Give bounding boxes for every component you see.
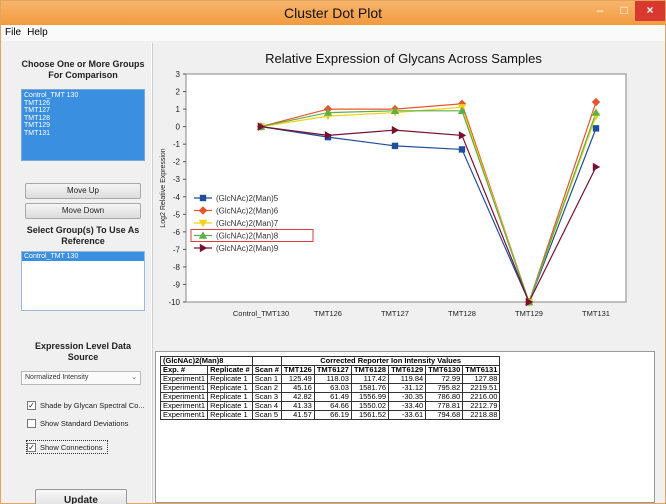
checkbox-checked-icon[interactable]: ✓ [27, 442, 36, 452]
expression-source-dropdown[interactable]: Normalized Intensity ⌄ [21, 371, 141, 385]
y-tick-label: 0 [176, 123, 181, 132]
table-cell: 1561.52 [350, 410, 390, 420]
groups-listbox[interactable]: Control_TMT 130 TMT126 TMT127 TMT128 TMT… [21, 89, 145, 161]
y-axis-label: Log2 Relative Expression [160, 148, 167, 227]
checkbox-label: Show Connections [40, 442, 103, 452]
group-item[interactable]: TMT131 [22, 130, 144, 138]
table-row[interactable]: Experiment1 Replicate 1 Scan 5 41.57 66.… [159, 410, 501, 420]
y-tick-label: -6 [173, 228, 181, 237]
x-tick-label: TMT127 [381, 309, 409, 318]
group-item[interactable]: TMT127 [22, 107, 144, 115]
y-tick-label: 2 [176, 88, 181, 97]
table-cell: Experiment1 [159, 410, 209, 420]
expression-source-title: Expression Level Data Source [34, 341, 132, 362]
group-item[interactable]: Control_TMT 130 [22, 92, 144, 100]
table-cell: -33.61 [388, 410, 427, 420]
x-tick-label: TMT128 [448, 309, 476, 318]
chart-svg: 3 2 1 0 -1 -2 -3 -4 -5 -6 -7 -8 -9 -10 Log2 Relative E… [160, 70, 627, 318]
data-point [592, 125, 600, 132]
groups-title: Choose One or More Groups For Comparison [21, 59, 145, 80]
table-cell: 66.19 [313, 410, 352, 420]
menu-file[interactable]: File [1, 25, 23, 38]
app-window: Cluster Dot Plot – □ × File Help Choose O… [0, 0, 666, 504]
data-grid: (GlcNAc)2(Man)8 Corrected Reporter Ion I… [155, 351, 655, 503]
checkbox-unchecked-icon[interactable] [27, 418, 36, 428]
y-tick-label: -7 [173, 245, 181, 254]
chevron-down-icon: ⌄ [131, 374, 137, 381]
panel-divider[interactable] [151, 43, 153, 503]
data-point [391, 142, 399, 150]
reference-listbox[interactable]: Control_TMT 130 [21, 251, 145, 311]
update-button[interactable]: Update [35, 489, 127, 504]
table-cell: Replicate 1 [207, 410, 253, 420]
shade-option[interactable]: ✓ Shade by Glycan Spectral Co... [27, 399, 145, 411]
legend-label: (GlcNAc)2(Man)9 [216, 244, 279, 253]
y-tick-label: -8 [173, 263, 181, 272]
close-button[interactable]: × [635, 1, 665, 21]
checkbox-label: Shade by Glycan Spectral Co... [40, 400, 145, 410]
reference-title: Select Group(s) To Use As Reference [26, 225, 140, 246]
y-tick-label: -3 [173, 175, 181, 184]
checkbox-label: Show Standard Deviations [40, 418, 129, 428]
y-tick-label: -1 [173, 140, 181, 149]
window-title: Cluster Dot Plot [283, 5, 383, 21]
dropdown-value: Normalized Intensity [25, 374, 89, 381]
maximize-button[interactable]: □ [613, 1, 635, 21]
chart-title: Relative Expression of Glycans Across Sa… [265, 51, 542, 66]
data-point [458, 146, 466, 153]
table-cell: 41.57 [280, 410, 315, 420]
group-item[interactable]: TMT126 [22, 100, 144, 108]
reference-item[interactable]: Control_TMT 130 [22, 252, 144, 261]
legend-label: (GlcNAc)2(Man)6 [216, 207, 279, 216]
x-tick-label: TMT129 [515, 309, 543, 318]
y-tick-label: -10 [168, 298, 180, 307]
legend-marker [199, 194, 207, 202]
legend-label: (GlcNAc)2(Man)7 [216, 219, 279, 228]
menu-help[interactable]: Help [23, 25, 50, 38]
left-panel: Choose One or More Groups For Comparison… [21, 51, 145, 504]
chart-area: Relative Expression of Glycans Across Sa… [156, 51, 651, 341]
y-tick-label: -9 [173, 280, 181, 289]
move-down-button[interactable]: Move Down [25, 203, 141, 219]
std-dev-option[interactable]: Show Standard Deviations [27, 417, 145, 429]
legend-label: (GlcNAc)2(Man)8 [216, 232, 279, 241]
y-tick-label: -2 [173, 158, 181, 167]
minimize-button[interactable]: – [587, 1, 613, 21]
y-tick-label: -4 [173, 193, 181, 202]
y-tick-label: 1 [176, 105, 181, 114]
checkbox-checked-icon[interactable]: ✓ [27, 400, 36, 410]
move-up-button[interactable]: Move Up [25, 183, 141, 199]
data-table: (GlcNAc)2(Man)8 Corrected Reporter Ion I… [159, 356, 501, 420]
title-bar[interactable]: Cluster Dot Plot – □ × [1, 1, 665, 25]
group-item[interactable]: TMT129 [22, 122, 144, 130]
y-tick-label: -5 [173, 210, 181, 219]
x-tick-label: TMT126 [314, 309, 342, 318]
table-cell: Scan 5 [251, 410, 282, 420]
table-cell: 2218.88 [462, 410, 501, 420]
legend-label: (GlcNAc)2(Man)5 [216, 194, 279, 203]
menu-bar: File Help [1, 25, 665, 41]
connections-option[interactable]: ✓ Show Connections [26, 440, 108, 454]
options-group: ✓ Shade by Glycan Spectral Co... Show St… [26, 399, 145, 454]
y-tick-label: 3 [176, 70, 181, 79]
group-item[interactable]: TMT128 [22, 115, 144, 123]
table-cell: 794.68 [425, 410, 464, 420]
x-tick-label: TMT131 [582, 309, 610, 318]
x-tick-label: Control_TMT130 [233, 309, 289, 318]
